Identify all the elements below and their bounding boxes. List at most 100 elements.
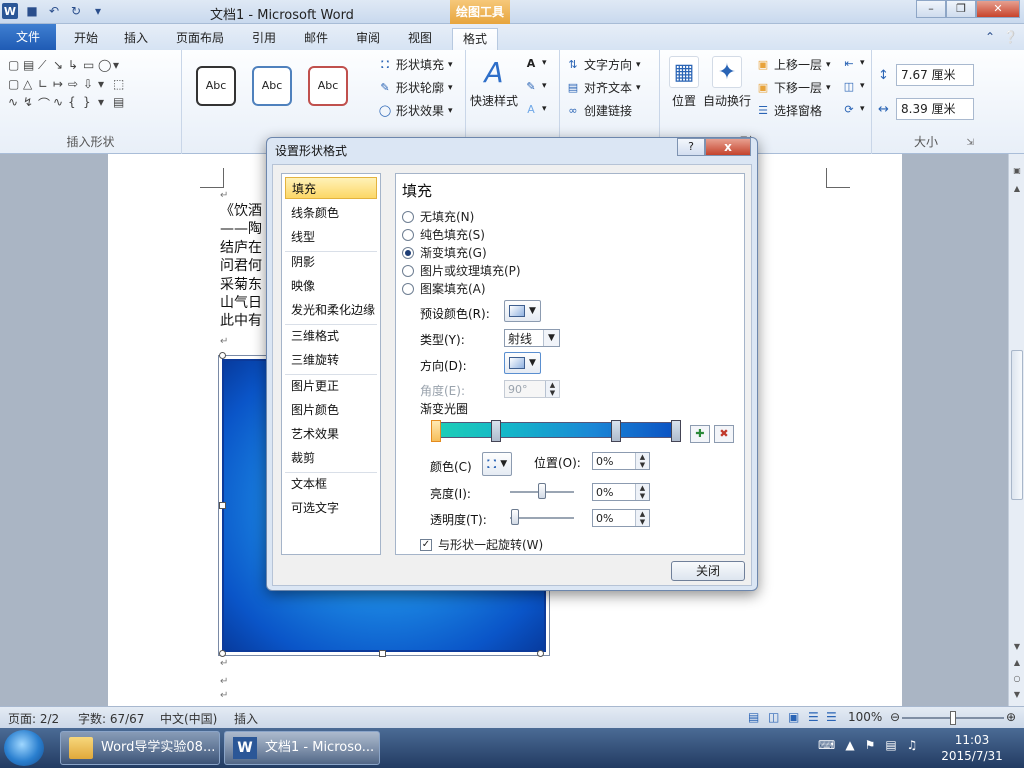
zoom-slider-thumb[interactable]: [950, 711, 956, 725]
poem-text[interactable]: 《饮酒 ——陶 结庐在 问君何 采菊东 山气日 此中有: [220, 202, 262, 331]
resize-handle[interactable]: [537, 650, 544, 657]
curve-line-icon[interactable]: ↦: [53, 77, 68, 91]
group-objects-button[interactable]: ◫ ▾: [842, 79, 865, 93]
shape-outline-button[interactable]: ✎ 形状轮廓 ▾: [378, 79, 452, 96]
brightness-spinner[interactable]: 0% ▲ ▼: [592, 483, 650, 501]
nav-item-artistic-effects[interactable]: 艺术效果: [285, 423, 377, 445]
radio-button-selected[interactable]: [402, 246, 414, 259]
tab-format[interactable]: 格式: [452, 28, 499, 50]
zoom-out-icon[interactable]: ⊖: [890, 710, 900, 724]
nav-item-3d-rotation[interactable]: 三维旋转: [285, 349, 377, 371]
wave-shape-icon[interactable]: ∿: [53, 95, 68, 112]
nav-item-line-color[interactable]: 线条颜色: [285, 202, 377, 224]
tab-file[interactable]: 文件: [0, 24, 56, 50]
text-direction-button[interactable]: ⇅ 文字方向 ▾: [566, 56, 640, 73]
brace-right-shape-icon[interactable]: }: [83, 95, 98, 112]
shape-effects-button[interactable]: ◯ 形状效果 ▾: [378, 102, 453, 119]
transparency-slider[interactable]: [510, 517, 574, 519]
page-count[interactable]: 页面: 2/2: [8, 710, 59, 727]
radio-picture-texture-fill[interactable]: 图片或纹理填充(P): [402, 262, 521, 279]
text-fill-button[interactable]: A ▾: [524, 56, 547, 70]
shape-style-blue[interactable]: Abc: [252, 66, 292, 106]
spinner-arrows-icon[interactable]: ▲ ▼: [635, 453, 649, 469]
position-spinner[interactable]: 0% ▲ ▼: [592, 452, 650, 470]
tab-review[interactable]: 审阅: [346, 28, 390, 50]
shape-style-black[interactable]: Abc: [196, 66, 236, 106]
help-icon[interactable]: ❔: [1003, 30, 1018, 44]
tab-view[interactable]: 视图: [398, 28, 442, 50]
view-outline-icon[interactable]: ☰: [808, 710, 819, 724]
view-print-layout-icon[interactable]: ▤: [748, 710, 759, 724]
shape-style-red[interactable]: Abc: [308, 66, 348, 106]
triangle-shape-icon[interactable]: △: [23, 77, 38, 91]
nav-item-picture-color[interactable]: 图片颜色: [285, 399, 377, 421]
more-shapes-icon[interactable]: ▾: [113, 58, 128, 73]
system-clock[interactable]: 11:03 2015/7/31: [940, 732, 1004, 764]
view-reading-icon[interactable]: ◫: [768, 710, 779, 724]
shape-fill-button[interactable]: ⛚ 形状填充 ▾: [378, 56, 452, 73]
scroll-up-icon[interactable]: ▲: [1011, 184, 1023, 196]
direction-dropdown[interactable]: ▼: [504, 352, 541, 374]
customize-qat-icon[interactable]: ▾: [90, 3, 106, 19]
checkbox-checked-icon[interactable]: ✓: [420, 538, 432, 551]
radio-button[interactable]: [402, 264, 414, 277]
text-effects-button[interactable]: A ▾: [524, 102, 546, 116]
align-text-button[interactable]: ▤ 对齐文本 ▾: [566, 79, 641, 96]
gradient-stops-bar[interactable]: [433, 422, 681, 438]
vertical-textbox-shape-icon[interactable]: ▤: [23, 58, 38, 73]
edit-shape-icon[interactable]: ⬚: [113, 77, 128, 91]
right-arrow-shape-icon[interactable]: ⇨: [68, 77, 83, 91]
oval-shape-icon[interactable]: ◯: [98, 58, 113, 73]
spinner-arrows-icon[interactable]: ▲ ▼: [635, 510, 649, 526]
radio-button[interactable]: [402, 210, 414, 223]
ruler-toggle-icon[interactable]: ▣: [1011, 166, 1023, 178]
close-window-button[interactable]: ✕: [976, 0, 1020, 18]
action-center-icon[interactable]: ⚑: [865, 738, 876, 752]
shape-width-field[interactable]: 8.39 厘米: [896, 98, 974, 120]
align-objects-button[interactable]: ⇤ ▾: [842, 56, 864, 70]
browse-object-icon[interactable]: ○: [1011, 674, 1023, 686]
previous-page-icon[interactable]: ▲: [1011, 658, 1023, 670]
dialog-close-button[interactable]: 关闭: [671, 561, 745, 581]
volume-icon[interactable]: ♫: [907, 738, 918, 752]
nav-item-picture-corrections[interactable]: 图片更正: [285, 375, 377, 397]
nav-item-reflection[interactable]: 映像: [285, 275, 377, 297]
radio-button[interactable]: [402, 282, 414, 295]
elbow-connector-icon[interactable]: ↳: [68, 58, 83, 73]
tab-page-layout[interactable]: 页面布局: [166, 28, 234, 50]
network-icon[interactable]: ▤: [885, 738, 896, 752]
radio-gradient-fill[interactable]: 渐变填充(G): [402, 244, 487, 261]
bring-forward-button[interactable]: ▣ 上移一层 ▾: [756, 56, 831, 73]
line-shape-icon[interactable]: ⟋: [38, 58, 53, 73]
arrow-line-shape-icon[interactable]: ↘: [53, 58, 68, 73]
text-outline-button[interactable]: ✎ ▾: [524, 79, 546, 93]
resize-handle[interactable]: [219, 650, 226, 657]
selection-pane-button[interactable]: ☰ 选择窗格: [756, 102, 822, 119]
create-link-button[interactable]: ∞ 创建链接: [566, 102, 632, 119]
quick-styles-button[interactable]: A 快速样式: [470, 56, 518, 109]
dialog-close-x-button[interactable]: x: [705, 138, 751, 156]
gradient-stop[interactable]: [491, 420, 501, 442]
save-icon[interactable]: ■: [24, 3, 40, 19]
tray-expand-icon[interactable]: ▲: [845, 738, 854, 752]
nav-item-line-style[interactable]: 线型: [285, 226, 377, 248]
rotate-with-shape-checkbox[interactable]: ✓ 与形状一起旋转(W): [420, 536, 543, 553]
size-dialog-launcher-icon[interactable]: ⇲: [966, 138, 974, 148]
gradient-stop-selected[interactable]: [431, 420, 441, 442]
language-indicator[interactable]: 中文(中国): [160, 710, 217, 727]
stop-color-dropdown[interactable]: ⛚ ▼: [482, 452, 513, 476]
resize-handle[interactable]: [219, 502, 226, 509]
view-web-icon[interactable]: ▣: [788, 710, 799, 724]
rounded-rect-shape-icon[interactable]: ▢: [8, 77, 23, 91]
dialog-help-button[interactable]: ?: [677, 138, 705, 156]
wrap-text-button[interactable]: ✦ 自动换行: [700, 56, 754, 109]
taskbar-item-word[interactable]: W 文档1 - Microso...: [224, 731, 380, 765]
rectangle-shape-icon[interactable]: ▭: [83, 58, 98, 73]
tab-insert[interactable]: 插入: [114, 28, 158, 50]
nav-item-glow-soft-edges[interactable]: 发光和柔化边缘: [285, 299, 377, 321]
scroll-shapes-icon[interactable]: ▾: [98, 77, 113, 91]
minimize-ribbon-icon[interactable]: ⌃: [985, 30, 995, 44]
tab-references[interactable]: 引用: [242, 28, 286, 50]
nav-item-shadow[interactable]: 阴影: [285, 251, 377, 273]
nav-item-fill[interactable]: 填充: [285, 177, 377, 199]
